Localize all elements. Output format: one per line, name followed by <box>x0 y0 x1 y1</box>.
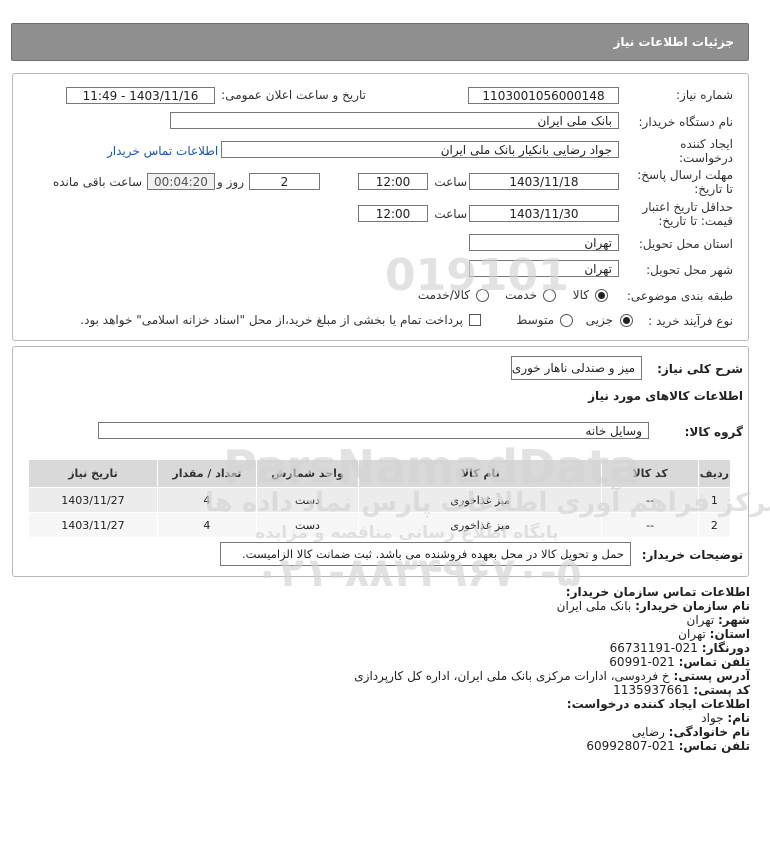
remaining-label: ساعت باقی مانده <box>52 175 142 189</box>
process-option-minor: جزیی <box>585 313 613 327</box>
creator-phone: تلفن تماس: 021-60992807 <box>586 739 750 753</box>
category-option-goods: کالا <box>572 288 589 302</box>
announce-label: تاریخ و ساعت اعلان عمومی: <box>221 88 366 102</box>
watermark-phone: ۰۲۱-۸۸۳۴۹۶۷۰-۵ <box>255 550 582 596</box>
validity-time-label: ساعت <box>434 207 467 221</box>
city-label: شهر محل تحویل: <box>646 263 733 277</box>
cell-date: 1403/11/27 <box>28 487 158 513</box>
buyer-contact-link[interactable]: اطلاعات تماس خریدار <box>107 144 218 158</box>
validity-time-field: 12:00 <box>358 205 428 222</box>
group-label: گروه کالا: <box>684 425 743 439</box>
province-label: استان محل تحویل: <box>638 237 733 251</box>
col-date-header: تاریخ نیاز <box>28 459 158 488</box>
creator-label-1: ایجاد کننده <box>680 137 733 151</box>
process-radio-minor[interactable] <box>620 314 633 327</box>
validity-date-field: 1403/11/30 <box>469 205 619 222</box>
page-title: جزئیات اطلاعات نیاز <box>613 35 734 49</box>
buyer-org-label: نام دستگاه خریدار: <box>638 115 734 129</box>
process-label: نوع فرآیند خرید : <box>648 314 733 328</box>
need-number-label: شماره نیاز: <box>676 88 733 102</box>
page-header: جزئیات اطلاعات نیاز <box>11 23 749 61</box>
contact-org: نام سازمان خریدار: بانک ملی ایران <box>556 599 750 613</box>
validity-label-1: حداقل تاریخ اعتبار <box>642 200 733 214</box>
validity-label-2: قیمت: تا تاریخ: <box>658 214 733 228</box>
deadline-label-2: تا تاریخ: <box>694 182 733 196</box>
buyer-org-field: بانک ملی ایران <box>170 112 619 129</box>
contact-fax: دورنگار: 021-66731191 <box>609 641 750 655</box>
contact-province: استان: تهران <box>678 627 750 641</box>
contact-title: اطلاعات تماس سازمان خریدار: <box>565 585 750 599</box>
remaining-time-field: 00:04:20 <box>147 173 215 190</box>
watermark-line1: مرکز فراهم آوری اطلاعات پارس نماد داده ه… <box>205 488 770 518</box>
creator-name: نام: جواد <box>701 711 750 725</box>
category-label: طبقه بندی موضوعی: <box>626 289 733 303</box>
treasury-checkbox[interactable] <box>469 314 481 326</box>
contact-phone: تلفن تماس: 021-60991 <box>609 655 750 669</box>
deadline-time-label: ساعت <box>434 175 467 189</box>
creator-field: جواد رضایی بانکیار بانک ملی ایران <box>221 141 619 158</box>
watermark-line2: پایگاه اطلاع رسانی مناقصه و مزایده <box>255 523 559 543</box>
contact-city: شهر: تهران <box>686 613 750 627</box>
deadline-label-1: مهلت ارسال پاسخ: <box>637 168 733 182</box>
deadline-time-field: 12:00 <box>358 173 428 190</box>
creator-title: اطلاعات ایجاد کننده درخواست: <box>566 697 750 711</box>
buyer-notes-label: توضیحات خریدار: <box>641 548 743 562</box>
days-field: 2 <box>249 173 320 190</box>
process-option-medium: متوسط <box>516 313 554 327</box>
creator-family: نام خانوادگی: رضایی <box>631 725 750 739</box>
summary-label: شرح کلی نیاز: <box>657 362 743 376</box>
group-field: وسایل خانه <box>98 422 649 439</box>
watermark-brand: ParsNamadData <box>223 440 641 494</box>
need-number-field: 1103001056000148 <box>468 87 619 104</box>
process-radio-medium[interactable] <box>560 314 573 327</box>
province-field: تهران <box>469 234 619 251</box>
contact-address: آدرس پستی: خ فردوسی، ادارات مرکزی بانک م… <box>354 669 750 683</box>
col-row-header: ردیف <box>697 459 732 488</box>
contact-postal: کد پستی: 1135937661 <box>613 683 750 697</box>
creator-label-2: درخواست: <box>679 151 733 165</box>
watermark-code: 019101 <box>385 250 569 301</box>
cell-date: 1403/11/27 <box>28 512 158 538</box>
deadline-date-field: 1403/11/18 <box>469 173 619 190</box>
days-label: روز و <box>217 175 244 189</box>
summary-field: میز و صندلی ناهار خوری <box>511 356 642 380</box>
goods-info-title: اطلاعات کالاهای مورد نیاز <box>588 389 743 403</box>
announce-datetime-field: 1403/11/16 - 11:49 <box>66 87 215 104</box>
category-radio-goods[interactable] <box>595 289 608 302</box>
treasury-note: پرداخت تمام یا بخشی از مبلغ خرید،از محل … <box>80 313 463 327</box>
